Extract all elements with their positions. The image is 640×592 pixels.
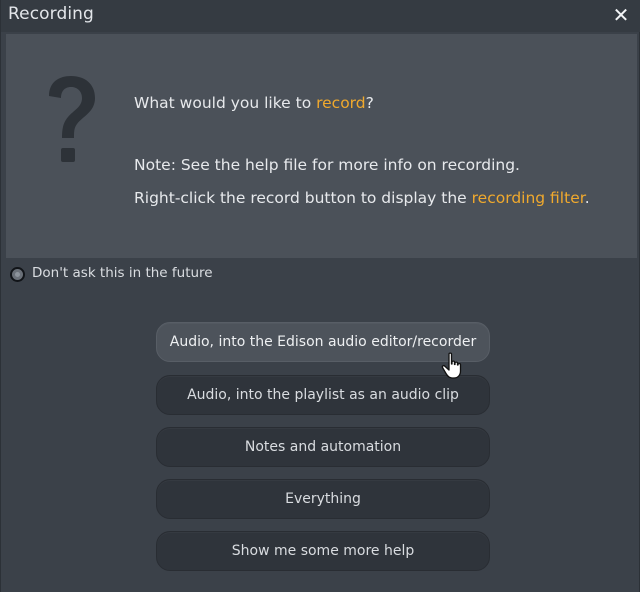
note-text: Note: See the help file for more info on… (134, 156, 520, 174)
question-mark-icon (49, 76, 95, 162)
show-more-help-button[interactable]: Show me some more help (156, 531, 490, 571)
record-notes-automation-button[interactable]: Notes and automation (156, 427, 490, 467)
close-icon[interactable]: ✕ (610, 4, 632, 26)
title-bar[interactable]: Recording ✕ (1, 0, 640, 32)
recording-filter-link: recording filter (471, 189, 585, 207)
recording-dialog: Recording ✕ What would you like to recor… (0, 0, 640, 592)
toggle-indicator (15, 272, 20, 277)
rightclick-suffix: . (584, 189, 590, 207)
rightclick-prefix: Right-click the record button to display… (134, 189, 472, 207)
question-suffix: ? (365, 94, 374, 112)
record-playlist-audio-button[interactable]: Audio, into the playlist as an audio cli… (156, 375, 490, 415)
info-panel: What would you like to record? Note: See… (6, 34, 637, 258)
question-text: What would you like to record? (134, 94, 374, 112)
dont-ask-toggle[interactable] (10, 267, 25, 282)
window-title: Recording (8, 4, 94, 24)
record-everything-button[interactable]: Everything (156, 479, 490, 519)
rightclick-text: Right-click the record button to display… (134, 189, 590, 207)
hand-pointer-icon (441, 352, 462, 379)
record-edison-button[interactable]: Audio, into the Edison audio editor/reco… (156, 322, 490, 362)
dont-ask-label[interactable]: Don't ask this in the future (32, 265, 213, 281)
record-link: record (316, 94, 366, 112)
question-prefix: What would you like to (134, 94, 317, 112)
